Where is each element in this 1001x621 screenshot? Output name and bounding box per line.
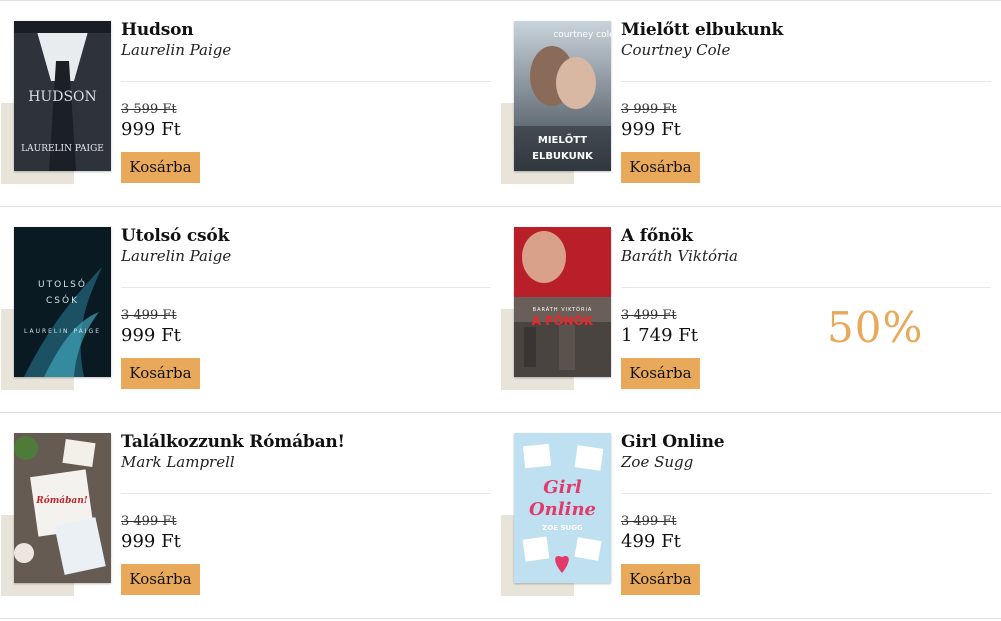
old-price: 3 999 Ft bbox=[621, 102, 677, 117]
book-row: HUDSON LAURELIN PAIGE Hudson Laurelin Pa… bbox=[0, 1, 1001, 207]
book-cover[interactable]: BARÁTH VIKTÓRIA A FŐNÖK bbox=[514, 227, 611, 377]
old-price: 3 599 Ft bbox=[121, 102, 177, 117]
svg-text:CSÓK: CSÓK bbox=[46, 294, 79, 306]
book-title[interactable]: Találkozzunk Rómában! bbox=[121, 431, 491, 453]
add-to-cart-button[interactable]: Kosárba bbox=[621, 152, 700, 183]
price: 999 Ft bbox=[121, 119, 181, 140]
price: 499 Ft bbox=[621, 531, 681, 552]
add-to-cart-button[interactable]: Kosárba bbox=[121, 358, 200, 389]
svg-text:LAURELIN PAIGE: LAURELIN PAIGE bbox=[24, 328, 101, 335]
add-to-cart-button[interactable]: Kosárba bbox=[621, 358, 700, 389]
book-row: Rómában! Találkozzunk Rómában! Mark Lamp… bbox=[0, 413, 1001, 619]
book-row: UTOLSÓ CSÓK LAURELIN PAIGE Utolsó csók L… bbox=[0, 207, 1001, 413]
svg-text:ELBUKUNK: ELBUKUNK bbox=[532, 151, 594, 162]
svg-text:Online: Online bbox=[529, 499, 596, 520]
book-author[interactable]: Courtney Cole bbox=[621, 41, 991, 59]
svg-text:ZOE SUGG: ZOE SUGG bbox=[542, 524, 583, 532]
price: 999 Ft bbox=[121, 531, 181, 552]
divider bbox=[621, 493, 991, 494]
book-title[interactable]: Utolsó csók bbox=[121, 225, 491, 247]
book-cover[interactable]: UTOLSÓ CSÓK LAURELIN PAIGE bbox=[14, 227, 111, 377]
old-price: 3 499 Ft bbox=[121, 514, 177, 529]
svg-text:MIELŐTT: MIELŐTT bbox=[538, 132, 587, 146]
add-to-cart-button[interactable]: Kosárba bbox=[121, 564, 200, 595]
old-price: 3 499 Ft bbox=[121, 308, 177, 323]
svg-text:UTOLSÓ: UTOLSÓ bbox=[38, 278, 87, 290]
book-title[interactable]: Mielőtt elbukunk bbox=[621, 19, 991, 41]
book-card: Girl Online ZOE SUGG Girl Online Zoe Sug… bbox=[500, 413, 1000, 618]
book-card: courtney cole MIELŐTT ELBUKUNK Mielőtt e… bbox=[500, 1, 1000, 206]
book-cover[interactable]: Rómában! bbox=[14, 433, 111, 583]
book-author[interactable]: Zoe Sugg bbox=[621, 453, 991, 471]
book-card: Rómában! Találkozzunk Rómában! Mark Lamp… bbox=[0, 413, 500, 618]
cover-author: courtney cole bbox=[553, 30, 611, 40]
divider bbox=[621, 81, 991, 82]
book-cover[interactable]: Girl Online ZOE SUGG bbox=[514, 433, 611, 583]
add-to-cart-button[interactable]: Kosárba bbox=[621, 564, 700, 595]
svg-text:BARÁTH VIKTÓRIA: BARÁTH VIKTÓRIA bbox=[533, 306, 593, 313]
book-author[interactable]: Laurelin Paige bbox=[121, 41, 491, 59]
book-card: UTOLSÓ CSÓK LAURELIN PAIGE Utolsó csók L… bbox=[0, 207, 500, 412]
book-card: BARÁTH VIKTÓRIA A FŐNÖK A főnök Baráth V… bbox=[500, 207, 1000, 412]
book-title[interactable]: Hudson bbox=[121, 19, 491, 41]
divider bbox=[121, 493, 491, 494]
discount-badge: 50% bbox=[827, 303, 924, 352]
divider bbox=[621, 287, 991, 288]
book-cover[interactable]: HUDSON LAURELIN PAIGE bbox=[14, 21, 111, 171]
svg-text:Girl: Girl bbox=[543, 477, 582, 498]
book-list: HUDSON LAURELIN PAIGE Hudson Laurelin Pa… bbox=[0, 0, 1001, 621]
book-cover[interactable]: courtney cole MIELŐTT ELBUKUNK bbox=[514, 21, 611, 171]
cover-title: HUDSON bbox=[28, 89, 97, 105]
add-to-cart-button[interactable]: Kosárba bbox=[121, 152, 200, 183]
divider bbox=[121, 81, 491, 82]
cover-author: LAURELIN PAIGE bbox=[21, 144, 104, 154]
price: 1 749 Ft bbox=[621, 325, 698, 346]
book-author[interactable]: Laurelin Paige bbox=[121, 247, 491, 265]
book-author[interactable]: Mark Lamprell bbox=[121, 453, 491, 471]
price: 999 Ft bbox=[621, 119, 681, 140]
old-price: 3 499 Ft bbox=[621, 514, 677, 529]
book-author[interactable]: Baráth Viktória bbox=[621, 247, 991, 265]
svg-text:Rómában!: Rómában! bbox=[35, 495, 88, 506]
price: 999 Ft bbox=[121, 325, 181, 346]
svg-text:A FŐNÖK: A FŐNÖK bbox=[532, 313, 594, 328]
book-card: HUDSON LAURELIN PAIGE Hudson Laurelin Pa… bbox=[0, 1, 500, 206]
old-price: 3 499 Ft bbox=[621, 308, 677, 323]
book-title[interactable]: Girl Online bbox=[621, 431, 991, 453]
book-title[interactable]: A főnök bbox=[621, 225, 991, 247]
divider bbox=[121, 287, 491, 288]
